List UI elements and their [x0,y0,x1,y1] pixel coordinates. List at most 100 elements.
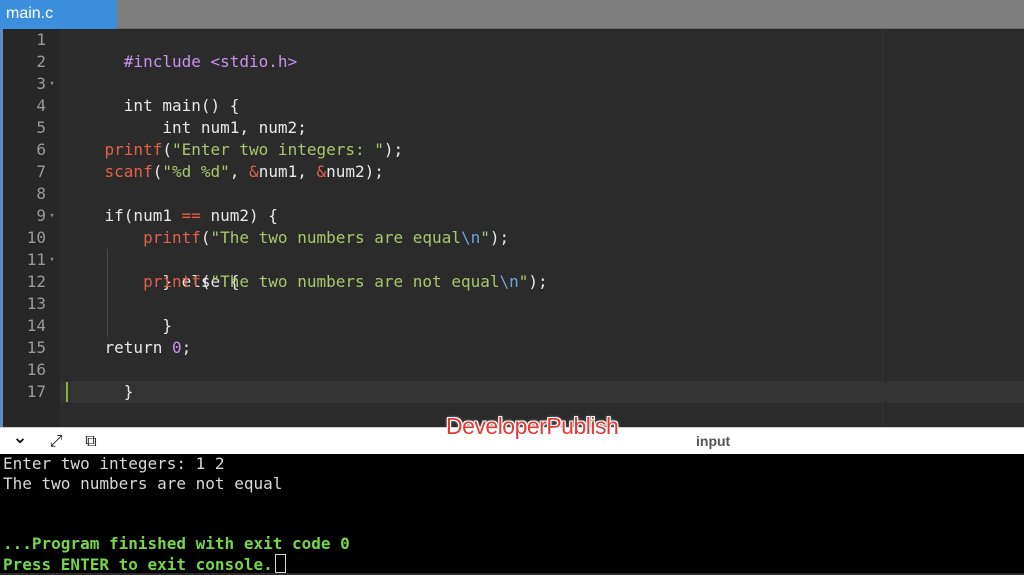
gutter-line: 7 [3,161,60,183]
code-text: (num1 [123,206,182,225]
gutter-line: 16 [3,359,60,381]
input-label[interactable]: input [696,432,730,450]
line-number: 6 [36,140,46,159]
gutter-line: 15 [3,337,60,359]
string-literal-end: " [480,228,490,247]
code-line-15: return 0; [66,337,192,359]
line-number: 15 [26,338,46,357]
line-number: 2 [36,52,46,71]
string-literal-end: " [518,272,529,291]
gutter-line: 3 ▾ [3,73,60,95]
gutter-line: 5 [3,117,60,139]
escape-sequence: \n [499,272,519,291]
gutter-line: 12 [3,271,60,293]
code-text: } [123,382,134,401]
fold-chevron-icon[interactable]: ▾ [47,205,57,227]
string-literal: "The two numbers are not equal [210,272,500,291]
line-number: 13 [26,294,46,313]
function-name: printf [104,140,163,159]
number-literal: 0 [171,338,182,357]
code-editor[interactable]: 1 2 3 ▾ 4 5 6 7 8 9 ▾ 10 11 ▾ 12 13 14 15 16 17 #include <s… [0,29,1024,427]
press-enter-line: Press ENTER to exit console. [3,554,286,574]
chevron-down-icon[interactable]: ⌄ [9,429,31,451]
gutter-line: 4 [3,95,60,117]
string-literal: "Enter two integers: " [171,140,384,159]
line-number: 9 [36,206,46,225]
line-number: 8 [36,184,46,203]
punctuation: , [297,162,317,181]
punctuation: ); [528,272,548,291]
escape-sequence: \n [460,228,481,247]
gutter-line: 10 [3,227,60,249]
copy-icon[interactable]: ⧉ [80,431,102,451]
function-name: printf [143,228,201,247]
watermark-logo: DeveloperPublish [446,413,619,439]
paren: ( [200,272,211,291]
console-cursor [274,554,286,573]
gutter-line: 2 [3,51,60,73]
line-number-gutter: 1 2 3 ▾ 4 5 6 7 8 9 ▾ 10 11 ▾ 12 13 14 15 16 17 [3,29,60,427]
line-number: 14 [26,316,46,335]
tab-bar: main.c [0,0,1024,29]
paren: ( [162,140,172,159]
expand-icon[interactable]: ⤢ [45,431,67,451]
address-operator: & [316,162,327,181]
code-line-11: } else { [66,249,239,291]
paren: ( [152,162,163,181]
press-enter-text: Press ENTER to exit console. [3,555,273,574]
punctuation: , [229,162,250,181]
line-number: 1 [36,30,46,49]
keyword: if [104,206,124,225]
gutter-line: 6 [3,139,60,161]
code-text: num2) { [200,206,278,225]
gutter-line: 11 ▾ [3,249,60,271]
console-output[interactable]: Enter two integers: 1 2 The two numbers … [0,454,1024,574]
gutter-line: 9 ▾ [3,205,60,227]
line-number: 11 [26,250,46,269]
string-literal: "The two numbers are equal [210,228,461,247]
line-number: 12 [26,272,46,291]
address-operator: & [249,162,259,181]
console-line-1: Enter two integers: 1 2 [3,454,225,473]
line-number: 17 [26,382,46,401]
line-number: 7 [36,162,46,181]
punctuation: ); [383,140,404,159]
exit-status-line: ...Program finished with exit code 0 [3,534,350,553]
function-name: printf [143,272,201,291]
gutter-line: 17 [3,381,60,403]
variable: num2 [326,162,365,181]
code-line-9: if(num1 == num2) { [66,205,278,227]
punctuation: ); [364,162,384,181]
code-line-1: #include <stdio.h> [66,29,297,71]
print-margin [882,29,883,427]
code-line-6: printf("Enter two integers: "); [66,139,404,161]
keyword: return [104,338,172,357]
code-line-13: } [66,293,172,335]
line-number: 4 [36,96,46,115]
code-line-7: scanf("%d %d", &num1, &num2); [66,161,384,183]
gutter-line: 13 [3,293,60,315]
punctuation: ); [489,228,510,247]
online-ide: main.c 1 2 3 ▾ 4 5 6 7 8 9 ▾ 10 11 ▾ 12 13 14 15 16 17 #inc… [0,0,1024,574]
console-line-2: The two numbers are not equal [3,474,283,493]
tab-main-c[interactable]: main.c [0,0,117,29]
code-line-3: int main() { [66,73,240,115]
fold-chevron-icon[interactable]: ▾ [47,249,57,271]
variable: num1 [258,162,298,181]
text-cursor [66,382,68,402]
active-line-highlight [60,381,1024,403]
line-number: 3 [36,74,46,93]
code-line-10: printf("The two numbers are equal\n"); [66,227,509,249]
code-line-16: } [66,359,134,401]
fold-chevron-icon[interactable]: ▾ [47,73,57,95]
gutter-line: 8 [3,183,60,205]
preprocessor-directive: #include <stdio.h> [123,52,298,71]
line-number: 5 [36,118,46,137]
gutter-line: 1 [3,29,60,51]
code-line-4: int num1, num2; [66,95,307,137]
